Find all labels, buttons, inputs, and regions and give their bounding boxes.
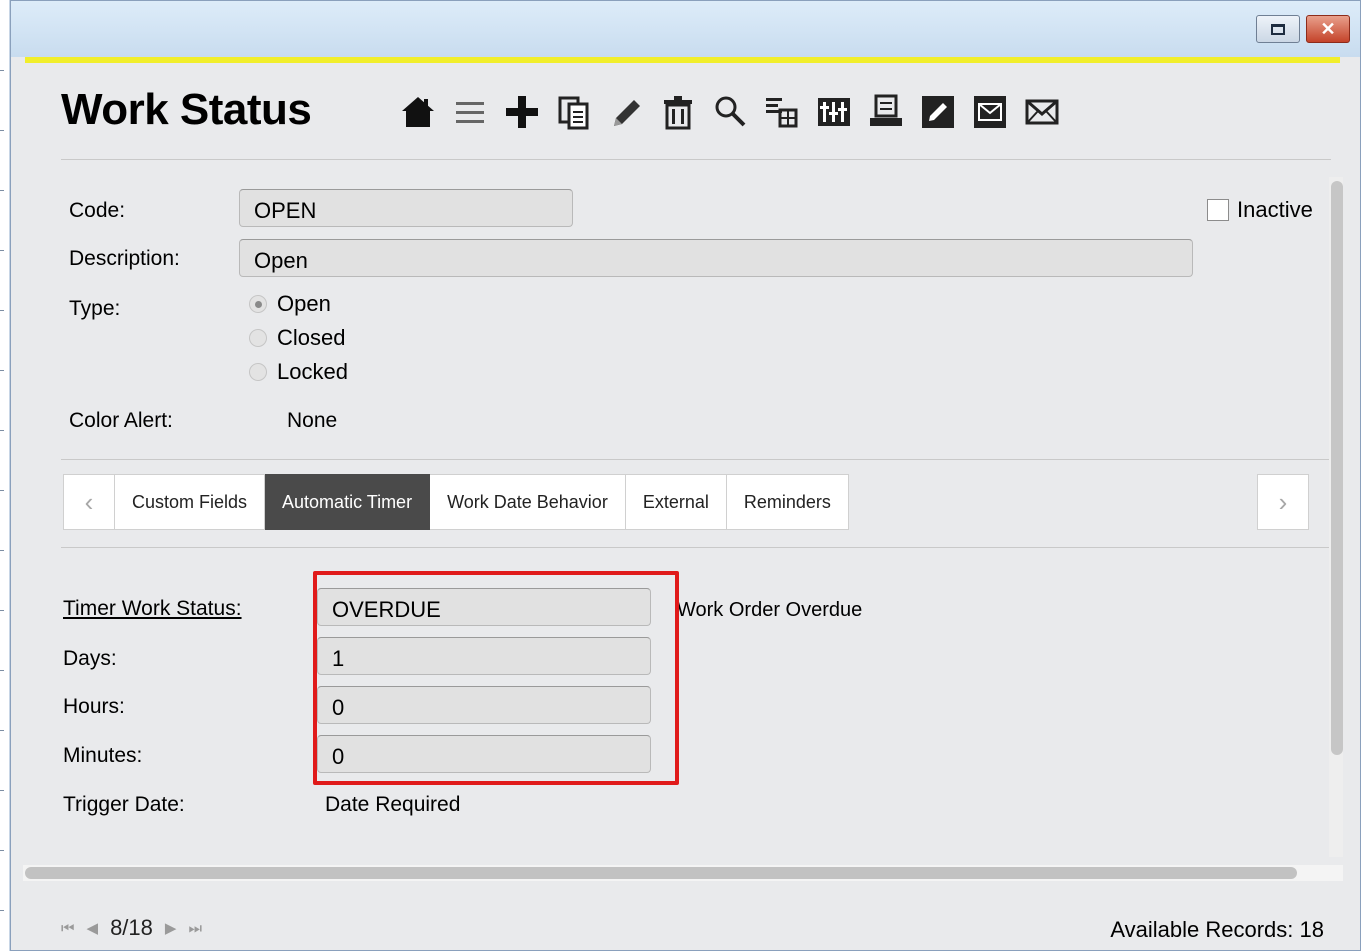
type-radio-closed[interactable]: Closed [249,325,345,351]
columns-icon [818,98,850,126]
add-button[interactable] [499,85,545,139]
tab-reminders[interactable]: Reminders [726,474,849,530]
first-record-icon[interactable]: ⏮ [61,920,75,937]
toolbar [395,85,1065,139]
color-alert-label: Color Alert: [69,409,173,432]
vertical-scroll-thumb[interactable] [1331,181,1343,755]
inactive-label: Inactive [1237,197,1313,222]
edit-icon [614,100,640,126]
work-status-window: ✕ Work Status Code: OPEN Inactive Descri… [10,0,1361,951]
search-icon [715,96,746,127]
prev-record-icon[interactable]: ◀ [87,919,99,937]
type-option-label: Open [277,291,331,316]
columns-button[interactable] [811,85,857,139]
available-records-count: 18 [1299,917,1324,942]
radio-button-selected[interactable] [249,295,267,313]
radio-button[interactable] [249,329,267,347]
color-alert-value[interactable]: None [287,409,337,433]
divider [61,547,1331,548]
timer-status-description: Work Order Overdue [677,599,863,621]
home-icon [402,97,434,127]
notes-button[interactable] [915,85,961,139]
email-button[interactable] [967,85,1013,139]
restore-button[interactable] [1256,15,1300,43]
code-label: Code: [69,199,126,222]
type-label: Type: [69,297,121,320]
list-button[interactable] [447,85,493,139]
accent-line [25,57,1340,63]
filter-button[interactable] [759,85,805,139]
record-pager: ⏮ ◀ 8/18 ▶ ⏭ [61,915,202,941]
type-radio-open[interactable]: Open [249,291,331,317]
delete-icon [664,96,692,130]
divider [61,159,1331,160]
email-alt-button[interactable] [1019,85,1065,139]
description-field[interactable]: Open [239,239,1193,277]
delete-button[interactable] [655,85,701,139]
email-alt-icon [1025,99,1059,125]
home-button[interactable] [395,85,441,139]
available-records-label: Available Records: [1110,917,1294,942]
edit-button[interactable] [603,85,649,139]
next-record-icon[interactable]: ▶ [165,919,177,937]
notes-icon [922,96,954,128]
timer-work-status-link[interactable]: Timer Work Status: [63,597,242,621]
tab-strip: Custom Fields Automatic Timer Work Date … [115,474,849,530]
tab-work-date-behavior[interactable]: Work Date Behavior [430,474,626,530]
type-option-label: Locked [277,359,348,384]
divider [61,459,1331,460]
copy-button[interactable] [551,85,597,139]
chevron-right-icon: › [1278,486,1288,517]
tab-automatic-timer[interactable]: Automatic Timer [265,474,431,530]
hours-label: Hours: [63,695,125,718]
inactive-checkbox-wrap[interactable]: Inactive [1207,197,1313,223]
copy-icon [558,96,589,130]
chevron-left-icon: ‹ [84,486,94,517]
tabs-next-button[interactable]: › [1257,474,1309,530]
type-radio-locked[interactable]: Locked [249,359,348,385]
title-bar: ✕ [11,1,1360,57]
last-record-icon[interactable]: ⏭ [188,920,202,937]
desktop-edge [0,0,10,951]
days-label: Days: [63,647,117,670]
tabs-prev-button[interactable]: ‹ [63,474,115,530]
print-button[interactable] [863,85,909,139]
filter-icon [766,98,798,128]
add-icon [506,96,538,128]
list-icon [456,102,484,123]
email-icon [974,96,1006,128]
close-button[interactable]: ✕ [1306,15,1350,43]
code-field[interactable]: OPEN [239,189,573,227]
trigger-date-label: Trigger Date: [63,793,185,816]
minutes-label: Minutes: [63,744,143,767]
description-label: Description: [69,247,180,270]
tab-custom-fields[interactable]: Custom Fields [115,474,266,530]
radio-button[interactable] [249,363,267,381]
available-records: Available Records: 18 [1110,917,1324,943]
search-button[interactable] [707,85,753,139]
record-position: 8/18 [110,915,153,940]
print-icon [870,94,902,126]
type-option-label: Closed [277,325,346,350]
tab-external[interactable]: External [625,474,727,530]
highlight-box [313,571,679,785]
restore-icon [1271,23,1285,35]
page-title: Work Status [61,85,312,134]
close-icon: ✕ [1320,18,1336,39]
inactive-checkbox[interactable] [1207,199,1229,221]
trigger-date-value[interactable]: Date Required [325,793,460,817]
horizontal-scroll-thumb[interactable] [25,867,1297,879]
